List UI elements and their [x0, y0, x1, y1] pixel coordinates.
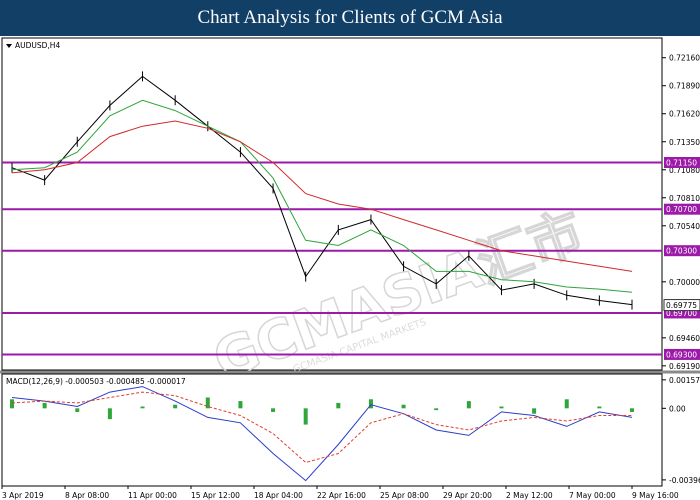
time-axis: 3 Apr 2019 8 Apr 08:00 11 Apr 00:00 15 Apr …: [1, 486, 679, 500]
x-tick-label: 18 Apr 04:00: [254, 491, 303, 500]
macd-histogram-bar: [173, 404, 178, 409]
y-tick-label: 0.71620: [669, 110, 700, 119]
macd-histogram-bar: [10, 399, 14, 409]
price-panel-title: AUDUSD,H4: [15, 41, 60, 50]
macd-histogram-bar: [303, 408, 308, 425]
macd-histogram-bar: [107, 408, 112, 420]
price-level-label: 0.71150: [666, 159, 697, 168]
price-level-label: 0.70300: [666, 247, 697, 256]
x-tick-label: 22 Apr 16:00: [317, 491, 366, 500]
x-tick-label: 15 Apr 12:00: [191, 491, 240, 500]
x-tick-label: 2 May 12:00: [506, 491, 553, 500]
y-tick-label: 0.00: [669, 404, 686, 413]
macd-panel-frame: [1, 373, 663, 487]
y-tick-label: 0.69460: [669, 334, 700, 343]
y-tick-label: -0.003962: [669, 476, 700, 485]
x-tick-label: 3 Apr 2019: [2, 491, 44, 500]
price-level-label: 0.70700: [666, 205, 697, 214]
macd-histogram-bar: [75, 408, 80, 412]
macd-histogram-bar: [564, 399, 569, 409]
macd-histogram-bar: [630, 408, 634, 412]
macd-panel: MACD(12,26,9) -0.000503 -0.000485 -0.000…: [1, 373, 700, 487]
macd-histogram-bar: [336, 402, 341, 409]
y-tick-label: 0.71350: [669, 138, 700, 147]
macd-histogram-bar: [597, 406, 602, 409]
macd-histogram-bar: [401, 404, 406, 409]
macd-histogram-bar: [238, 401, 243, 409]
macd-histogram-bar: [466, 401, 471, 409]
x-tick-label: 7 May 00:00: [569, 491, 616, 500]
macd-histogram-bar: [434, 408, 439, 411]
y-tick-label: 0.72160: [669, 54, 700, 63]
macd-histogram-bar: [532, 408, 537, 414]
price-level-label: 0.69300: [666, 350, 697, 359]
macd-histogram-bar: [140, 406, 145, 409]
current-price-label: 0.69775: [666, 301, 697, 310]
macd-panel-title: MACD(12,26,9) -0.000503 -0.000485 -0.000…: [6, 377, 186, 386]
macd-histogram-bar: [271, 408, 276, 412]
x-tick-label: 25 Apr 08:00: [380, 491, 429, 500]
price-panel: GCMASIA汇市GCMASIA CAPITAL MARKETS0.724300…: [1, 37, 700, 393]
y-tick-label: 0.001576: [669, 376, 700, 385]
y-tick-label: 0.70810: [669, 194, 700, 203]
x-tick-label: 9 May 16:00: [632, 491, 679, 500]
macd-histogram-bar: [42, 402, 47, 409]
macd-histogram-bar: [499, 406, 504, 409]
y-tick-label: 0.69190: [669, 362, 700, 371]
y-tick-label: 0.71890: [669, 82, 700, 91]
x-tick-label: 11 Apr 00:00: [128, 491, 177, 500]
y-tick-label: 0.70000: [669, 278, 700, 287]
x-tick-label: 29 Apr 20:00: [443, 491, 492, 500]
y-tick-label: 0.70540: [669, 222, 700, 231]
forex-chart: GCMASIA汇市GCMASIA CAPITAL MARKETS0.724300…: [0, 37, 700, 500]
chart-banner-title: Chart Analysis for Clients of GCM Asia: [0, 0, 700, 36]
x-tick-label: 8 Apr 08:00: [65, 491, 109, 500]
